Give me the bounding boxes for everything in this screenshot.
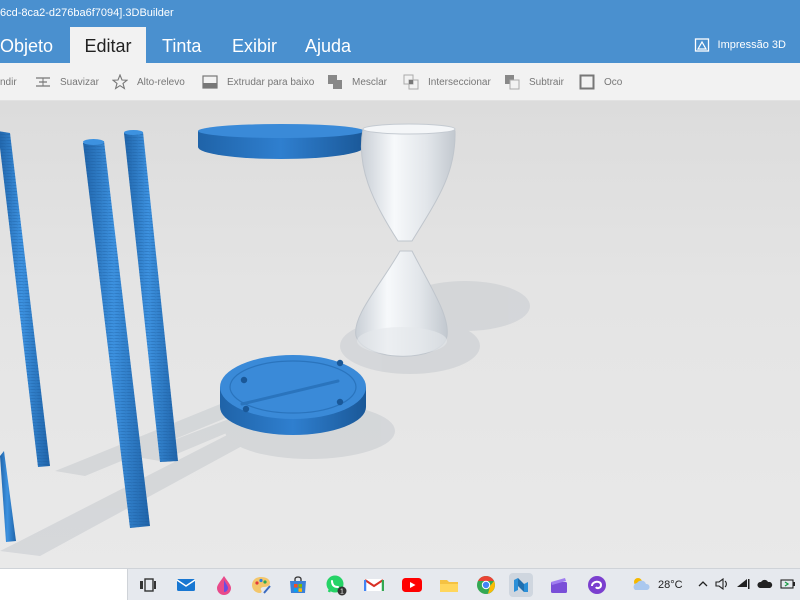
bottom-disk[interactable] <box>220 355 366 435</box>
3d-builder-icon[interactable] <box>509 573 533 597</box>
cloud-sun-icon <box>630 576 652 595</box>
paint-palette-icon[interactable] <box>249 573 273 597</box>
tool-extrude-down-label: Extrudar para baixo <box>227 76 315 88</box>
tab-objeto[interactable]: Objeto <box>0 27 67 63</box>
edit-toolbar: ndir Suavizar Alto-relevo Extrudar para … <box>0 63 800 101</box>
store-icon[interactable] <box>286 573 310 597</box>
merge-icon <box>327 74 343 90</box>
print-3d-button[interactable]: Impressão 3D <box>694 27 786 63</box>
whatsapp-badge: 1 <box>340 589 344 596</box>
tool-expand[interactable]: ndir <box>0 63 17 101</box>
battery-icon[interactable] <box>780 578 796 593</box>
window-title-bar: 6cd-8ca2-d276ba6f7094].3DBuilder <box>0 0 800 27</box>
hourglass-glass[interactable] <box>355 123 456 357</box>
subtract-icon <box>504 74 520 90</box>
top-disk[interactable] <box>198 124 364 159</box>
tool-subtract[interactable]: Subtrair <box>504 63 564 101</box>
star-icon <box>112 74 128 90</box>
tab-editar[interactable]: Editar <box>70 27 146 63</box>
windows-taskbar: 1 28°C <box>0 568 800 600</box>
3d-scene[interactable] <box>0 101 800 568</box>
tool-hollow[interactable]: Oco <box>579 63 622 101</box>
tool-merge-label: Mesclar <box>352 76 388 88</box>
chrome-icon[interactable] <box>474 573 498 597</box>
smooth-icon <box>35 75 51 89</box>
onedrive-icon[interactable] <box>757 578 773 593</box>
file-explorer-icon[interactable] <box>437 573 461 597</box>
tool-subtract-label: Subtrair <box>529 76 565 88</box>
wifi-icon[interactable] <box>736 578 750 593</box>
gmail-icon[interactable] <box>362 573 386 597</box>
tool-emboss-label: Alto-relevo <box>137 76 185 88</box>
system-tray <box>698 569 800 600</box>
mail-icon[interactable] <box>174 573 198 597</box>
tool-intersect[interactable]: Interseccionar <box>403 63 491 101</box>
tool-expand-label: ndir <box>0 76 17 88</box>
swirl-app-icon[interactable] <box>585 573 609 597</box>
intersect-icon <box>403 74 419 90</box>
tool-hollow-label: Oco <box>604 76 623 88</box>
3d-viewport[interactable] <box>0 101 800 568</box>
tool-emboss[interactable]: Alto-relevo <box>112 63 185 101</box>
print-3d-label: Impressão 3D <box>717 39 786 51</box>
tool-extrude-down[interactable]: Extrudar para baixo <box>202 63 314 101</box>
extrude-down-icon <box>202 74 218 90</box>
window-title: 6cd-8ca2-d276ba6f7094].3DBuilder <box>0 7 174 19</box>
taskbar-search-area[interactable] <box>0 569 128 600</box>
paint-drop-icon[interactable] <box>212 573 236 597</box>
weather-temperature: 28°C <box>658 579 683 591</box>
chevron-up-icon[interactable] <box>698 579 708 591</box>
tab-ajuda[interactable]: Ajuda <box>305 27 351 63</box>
menu-bar: Objeto Editar Tinta Exibir Ajuda Impress… <box>0 27 800 63</box>
task-view-icon[interactable] <box>136 573 160 597</box>
threaded-rod[interactable] <box>0 131 50 467</box>
whatsapp-icon[interactable]: 1 <box>324 573 348 597</box>
tab-tinta[interactable]: Tinta <box>162 27 201 63</box>
clapperboard-icon[interactable] <box>547 573 571 597</box>
tool-smooth[interactable]: Suavizar <box>35 63 99 101</box>
speaker-icon[interactable] <box>715 577 729 593</box>
tool-smooth-label: Suavizar <box>60 76 99 88</box>
hollow-icon <box>579 74 595 90</box>
printer-3d-icon <box>694 37 710 53</box>
youtube-icon[interactable] <box>400 573 424 597</box>
threaded-rod[interactable] <box>0 451 16 542</box>
tool-merge[interactable]: Mesclar <box>327 63 387 101</box>
tab-exibir[interactable]: Exibir <box>232 27 277 63</box>
tool-intersect-label: Interseccionar <box>428 76 491 88</box>
weather-widget[interactable]: 28°C <box>630 569 683 600</box>
